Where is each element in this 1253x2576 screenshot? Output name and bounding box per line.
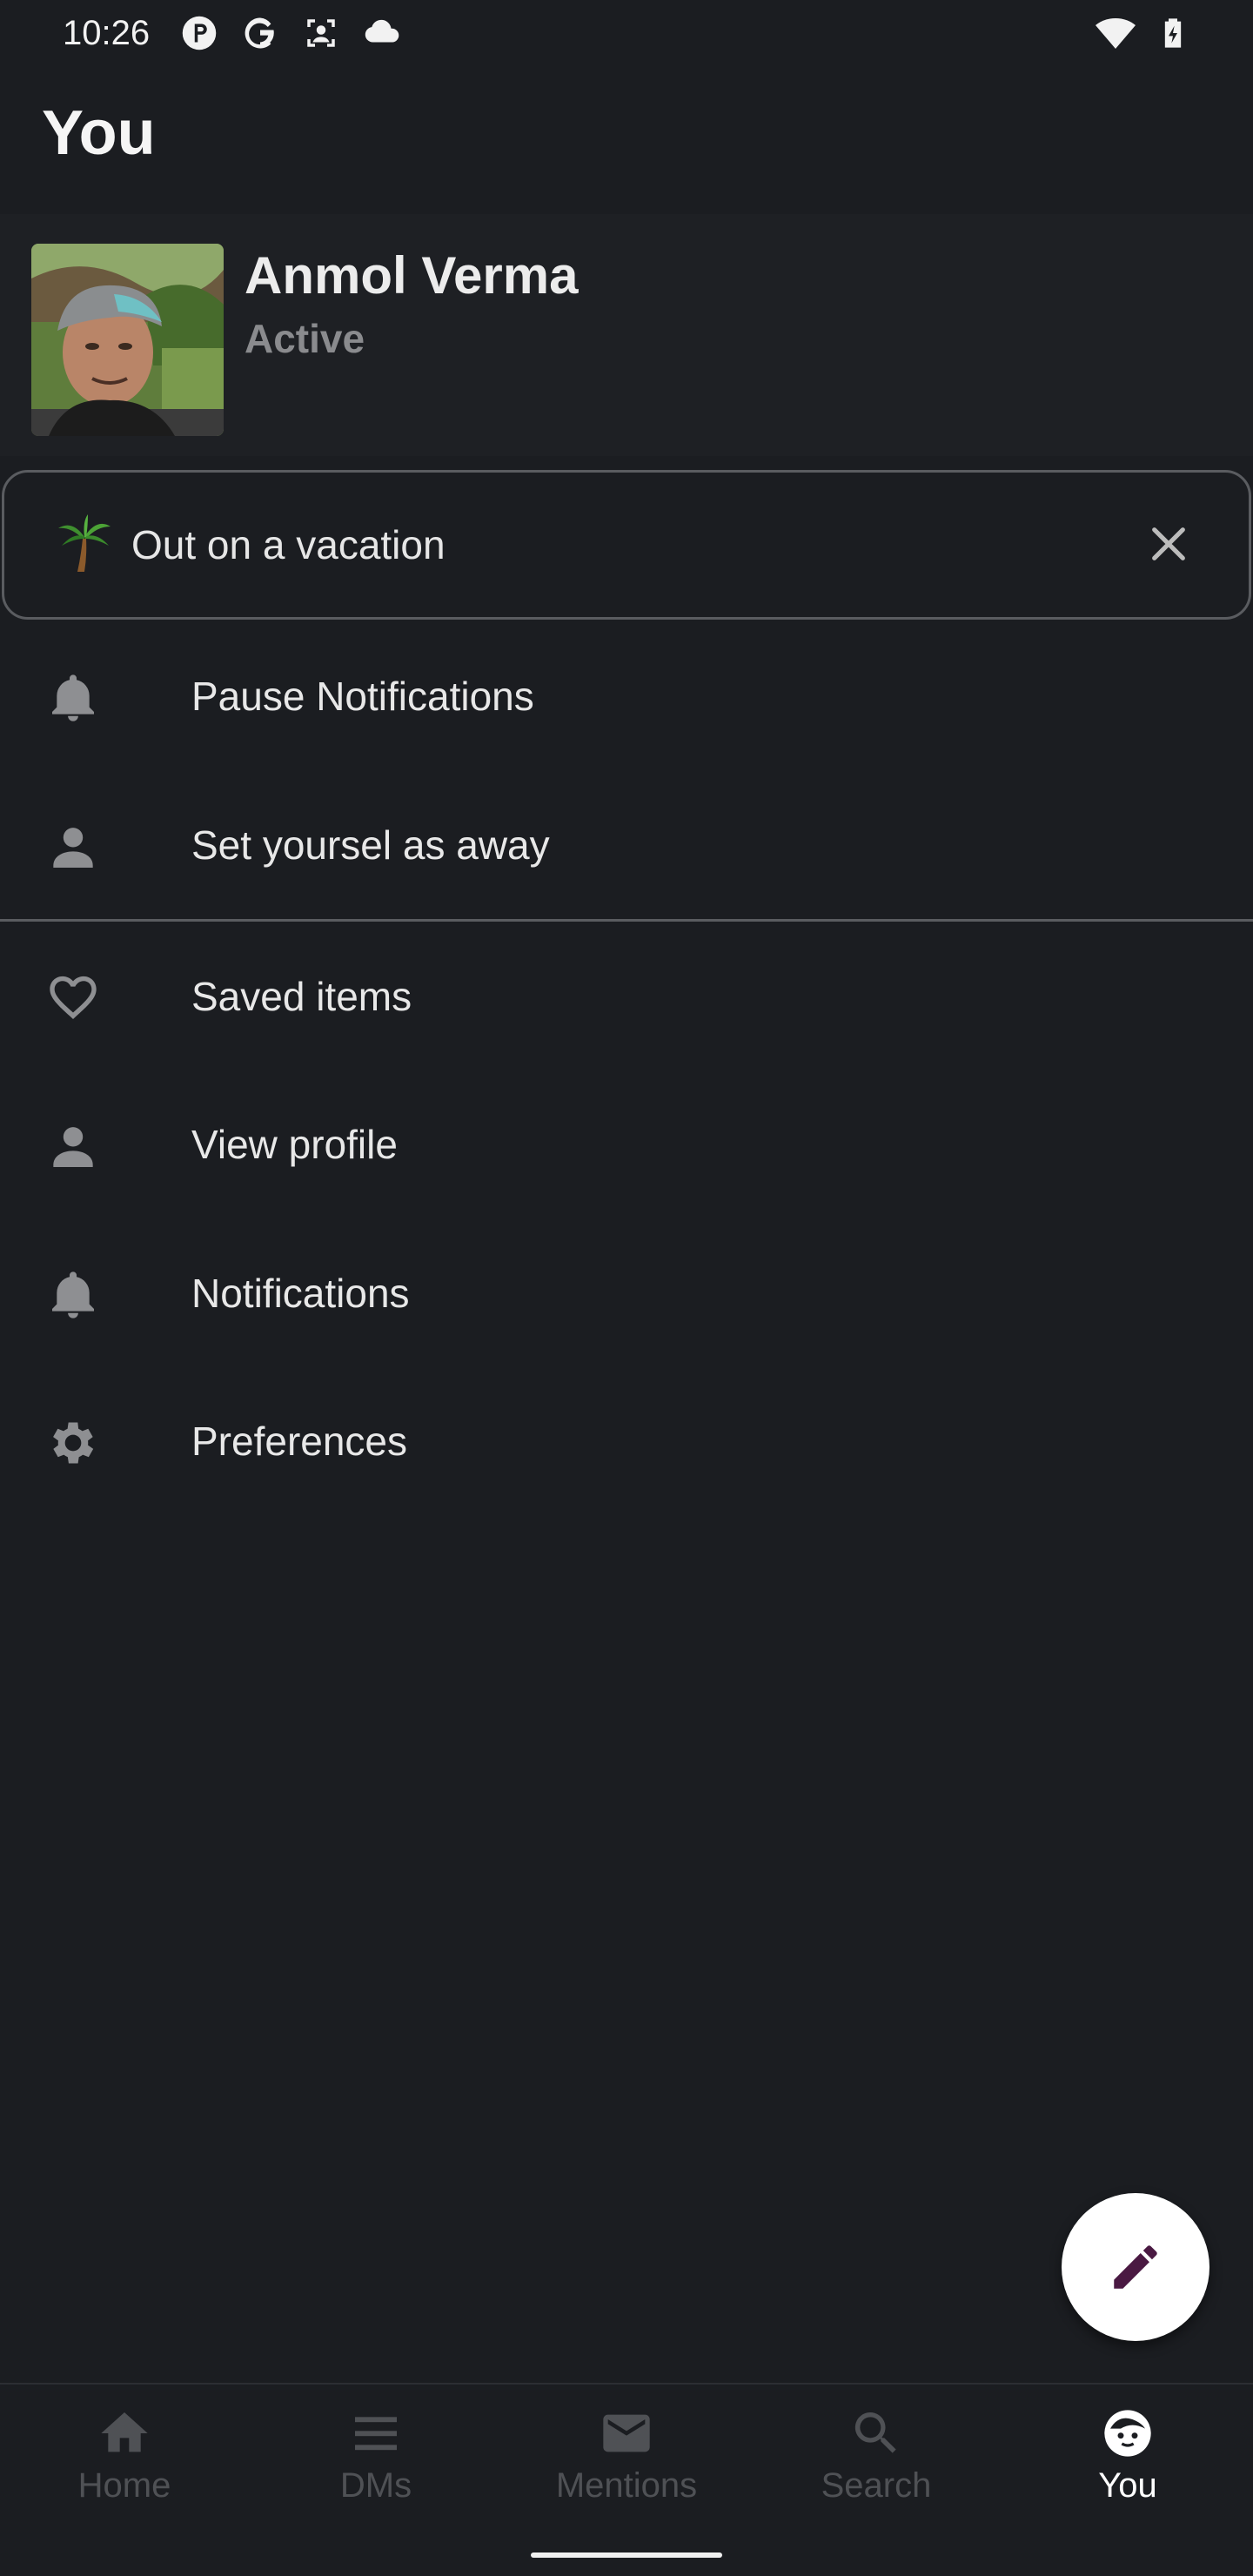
home-indicator [531,2553,722,2558]
nav-label: Mentions [555,2466,698,2505]
nav-label: DMs [339,2466,412,2505]
nav-mentions[interactable]: Mentions [539,2405,714,2536]
wifi-icon [1096,18,1136,49]
avatar-photo [31,244,224,436]
page-title: You [42,98,156,168]
menu-label: Notifications [191,1271,410,1316]
menu-label: View profile [191,1122,398,1167]
custom-status-box[interactable]: Out on a vacation [2,470,1251,620]
nav-dms[interactable]: DMs [289,2405,463,2536]
presence-status: Active [245,316,365,361]
face-icon [1104,2410,1151,2457]
status-notification-icons [181,15,400,51]
view-profile-row[interactable]: View profile [0,1070,1253,1218]
divider [0,919,1253,922]
clear-status-button[interactable] [1142,518,1195,570]
nav-label: Search [821,2466,932,2505]
notifications-row[interactable]: Notifications [0,1219,1253,1367]
google-icon [245,17,274,49]
bell-icon [45,670,101,726]
pencil-icon [1114,2245,1157,2289]
home-icon [101,2412,148,2452]
nav-label: You [1098,2466,1157,2505]
nav-search[interactable]: Search [789,2405,963,2536]
person-icon [45,819,101,875]
compose-button[interactable] [1062,2193,1209,2341]
saved-items-row[interactable]: Saved items [0,922,1253,1070]
search-icon [854,2412,896,2453]
bottom-navigation: Home DMs Mentions Search You [0,2383,1253,2576]
mail-icon [603,2414,650,2452]
set-away-row[interactable]: Set yoursel as away [0,771,1253,919]
palm-tree-icon [57,513,112,574]
menu-label: Saved items [191,974,412,1019]
menu-label: Pause Notifications [191,674,534,719]
preferences-row[interactable]: Preferences [0,1367,1253,1515]
face-scan-icon [307,19,335,47]
status-bar: 10:26 [0,0,1253,66]
custom-status-text: Out on a vacation [131,522,446,567]
menu-lines-icon [355,2417,397,2451]
bell-icon [45,1267,101,1323]
menu-label: Preferences [191,1419,408,1464]
pinterest-icon [182,16,217,50]
status-system-icons [1095,12,1190,54]
battery-charging-icon [1164,18,1182,48]
profile-name: Anmol Verma [245,246,579,305]
gear-icon [45,1415,101,1471]
nav-you[interactable]: You [1041,2405,1215,2536]
nav-home[interactable]: Home [37,2405,211,2536]
menu-label: Set yoursel as away [191,822,550,868]
avatar[interactable] [31,244,224,436]
pause-notifications-row[interactable]: Pause Notifications [0,622,1253,770]
nav-label: Home [77,2466,171,2505]
heart-outline-icon [45,970,101,1026]
cloud-icon [365,19,399,43]
person-icon [45,1118,101,1174]
status-time: 10:26 [63,13,151,52]
close-icon [1152,527,1185,560]
